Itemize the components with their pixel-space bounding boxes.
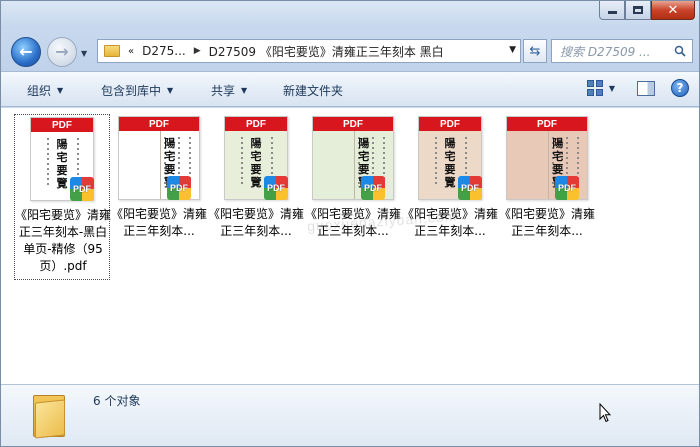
organize-menu[interactable]: 组织 ▼: [27, 72, 63, 108]
window-controls: ✕: [599, 1, 695, 20]
command-bar: 组织 ▼ 包含到库中 ▼ 共享 ▼ 新建文件夹 ▼ ?: [1, 71, 699, 107]
pdf-banner: PDF: [313, 117, 393, 131]
share-label: 共享: [211, 83, 236, 98]
view-tools: ▼ ?: [586, 79, 689, 97]
new-folder-button[interactable]: 新建文件夹: [283, 72, 343, 108]
forward-button[interactable]: →: [47, 37, 77, 67]
title-bar: ✕: [1, 1, 699, 29]
pdf-file-icon: PDF: [167, 176, 191, 200]
file-name-label: 《阳宅要览》清雍正三年刻本...: [305, 207, 402, 238]
file-item[interactable]: PDF陽宅要覽PDF《阳宅要览》清雍正三年刻本...: [305, 114, 401, 280]
include-in-library-menu[interactable]: 包含到库中 ▼: [101, 72, 173, 108]
pdf-banner: PDF: [507, 117, 587, 131]
pdf-banner: PDF: [31, 118, 93, 132]
preview-pane-icon[interactable]: [637, 80, 655, 96]
close-icon: ✕: [667, 2, 679, 18]
pdf-file-icon: PDF: [555, 176, 579, 200]
thumbnail-title: 陽宅要覽: [444, 137, 456, 189]
search-icon: [674, 45, 686, 57]
thumbnail-title: 陽宅要覽: [250, 137, 262, 189]
file-name-label: 《阳宅要览》清雍正三年刻本...: [208, 207, 305, 238]
pdf-banner: PDF: [419, 117, 481, 131]
file-item[interactable]: PDF陽宅要覽PDF《阳宅要览》清雍正三年刻本...: [111, 114, 207, 280]
refresh-icon: ⇆: [529, 43, 541, 59]
maximize-button[interactable]: [625, 1, 651, 20]
text-column: [241, 137, 243, 187]
breadcrumb-separator-icon[interactable]: ▶: [194, 46, 201, 56]
maximize-icon: [633, 6, 643, 14]
details-pane: 6 个对象: [1, 384, 699, 446]
breadcrumb-item-current[interactable]: D27509 《阳宅要览》清雍正三年刻本 黑白: [209, 43, 444, 60]
page-divider: [160, 131, 161, 199]
pdf-file-icon: PDF: [264, 176, 288, 200]
pdf-banner: PDF: [225, 117, 287, 131]
file-item[interactable]: PDF陽宅要覽PDF《阳宅要览》清雍正三年刻本...: [402, 114, 498, 280]
search-box[interactable]: 搜索 D27509 ...: [551, 39, 693, 63]
new-folder-label: 新建文件夹: [283, 83, 344, 98]
forward-arrow-icon: →: [55, 42, 69, 61]
pdf-file-icon: PDF: [458, 176, 482, 200]
file-name-label: 《阳宅要览》清雍正三年刻本...: [402, 207, 499, 238]
folder-icon: [104, 45, 120, 57]
breadcrumb-overflow[interactable]: «: [128, 46, 134, 57]
minimize-button[interactable]: [599, 1, 625, 20]
mouse-cursor-icon: [599, 403, 611, 423]
file-item[interactable]: PDF 陽宅要覽 PDF 《阳宅要览》清雍正三年刻本-黑白单页-精修（95页）.pdf: [14, 114, 112, 280]
chevron-down-icon: ▼: [167, 85, 174, 95]
search-input[interactable]: 搜索 D27509 ...: [560, 43, 668, 60]
file-item[interactable]: PDF陽宅要覽PDF《阳宅要览》清雍正三年刻本...: [499, 114, 595, 280]
explorer-window: ✕ ← → ▼ « D275... ▶ D27509 《阳宅要览》清雍正三年刻本…: [0, 0, 700, 447]
chevron-down-icon: ▼: [241, 85, 248, 95]
navigation-bar: ← → ▼ « D275... ▶ D27509 《阳宅要览》清雍正三年刻本 黑…: [1, 29, 699, 71]
pdf-file-icon: PDF: [361, 176, 385, 200]
file-list-pane[interactable]: guoxuedaziyuan.com PDF 陽宅要覽 PDF 《阳宅要览》清雍正三年…: [1, 108, 699, 384]
close-button[interactable]: ✕: [651, 1, 695, 20]
include-in-library-label: 包含到库中: [101, 83, 162, 98]
file-name-label: 《阳宅要览》清雍正三年刻本-黑白单页-精修（95页）.pdf: [15, 208, 112, 273]
address-history-dropdown[interactable]: ▼: [509, 45, 516, 55]
thumbnail-title: 陽宅要覽: [56, 138, 68, 190]
refresh-button[interactable]: ⇆: [523, 39, 547, 63]
minimize-icon: [607, 11, 617, 14]
breadcrumb-item-parent[interactable]: D275...: [142, 44, 186, 58]
recent-pages-dropdown[interactable]: ▼: [81, 49, 91, 59]
back-arrow-icon: ←: [19, 42, 33, 61]
file-item[interactable]: PDF陽宅要覽PDF《阳宅要览》清雍正三年刻本...: [208, 114, 304, 280]
file-name-label: 《阳宅要览》清雍正三年刻本...: [499, 207, 596, 238]
text-column: [435, 137, 437, 187]
share-menu[interactable]: 共享 ▼: [211, 72, 247, 108]
chevron-down-icon: ▼: [57, 85, 64, 95]
page-divider: [354, 131, 355, 199]
text-column: [47, 138, 49, 188]
page-divider: [548, 131, 549, 199]
address-bar[interactable]: « D275... ▶ D27509 《阳宅要览》清雍正三年刻本 黑白 ▼: [97, 39, 521, 63]
view-options-dropdown[interactable]: ▼: [609, 84, 615, 93]
change-view-icon[interactable]: [586, 80, 603, 96]
item-count: 6 个对象: [93, 394, 141, 408]
help-icon[interactable]: ?: [671, 79, 689, 97]
pdf-file-icon: PDF: [70, 177, 94, 201]
back-button[interactable]: ←: [11, 37, 41, 67]
pdf-banner: PDF: [119, 117, 199, 131]
file-name-label: 《阳宅要览》清雍正三年刻本...: [111, 207, 208, 238]
organize-label: 组织: [27, 83, 52, 98]
folder-icon: [31, 389, 67, 439]
